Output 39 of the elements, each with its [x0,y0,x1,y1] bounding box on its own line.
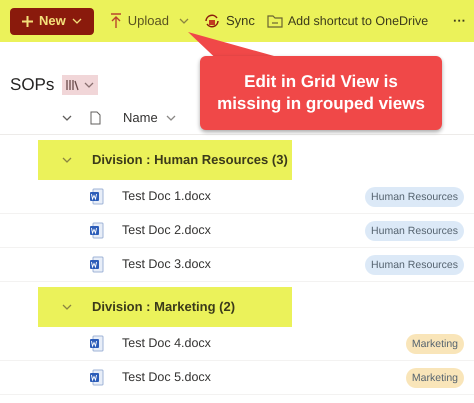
file-name[interactable]: Test Doc 2.docx [122,221,211,240]
group-label: Division : Marketing (2) [92,298,236,316]
word-document-icon [89,222,104,239]
column-header[interactable]: Name [123,108,176,128]
group-header[interactable]: Division : Marketing (2) [38,287,292,327]
file-name[interactable]: Test Doc 5.docx [122,368,211,387]
callout-text: Edit in Grid View is missing in grouped views [216,71,426,115]
word-document-icon [89,335,104,352]
word-document-icon [89,188,104,205]
library-icon [66,79,80,91]
chevron-icon [84,82,94,88]
division-tag: Human Resources [365,220,464,240]
sync-button[interactable]: Sync [202,11,255,31]
division-tag: Human Resources [365,254,464,274]
division-tag: Human Resources [365,186,464,206]
file-type-icon [90,110,101,124]
select-all-chevron-icon [62,114,72,120]
chevron-icon [166,114,176,120]
file-name[interactable]: Test Doc 3.docx [122,255,211,274]
plus-icon [22,16,33,26]
new-button[interactable]: New [10,8,94,34]
chevron-icon [72,18,82,24]
library-title: SOPs [10,74,54,96]
file-name[interactable]: Test Doc 4.docx [122,334,211,353]
division-tag: Marketing [406,334,464,354]
chevron-icon [178,18,189,24]
word-document-icon [89,369,104,386]
group-label: Division : Human Resources (3) [92,151,288,170]
division-tag: Marketing [406,368,464,388]
upload-icon [110,13,122,29]
more-button[interactable]: ··· [453,11,466,31]
file-name[interactable]: Test Doc 1.docx [122,187,211,206]
upload-button[interactable]: Upload [110,11,189,31]
folder-link-icon [266,14,283,28]
view-switcher-button[interactable] [62,75,98,95]
group-header[interactable]: Division : Human Resources (3) [38,140,292,180]
word-document-icon [89,256,104,273]
add-shortcut-button[interactable]: Add shortcut to OneDrive [266,12,428,30]
sync-icon [202,13,221,29]
